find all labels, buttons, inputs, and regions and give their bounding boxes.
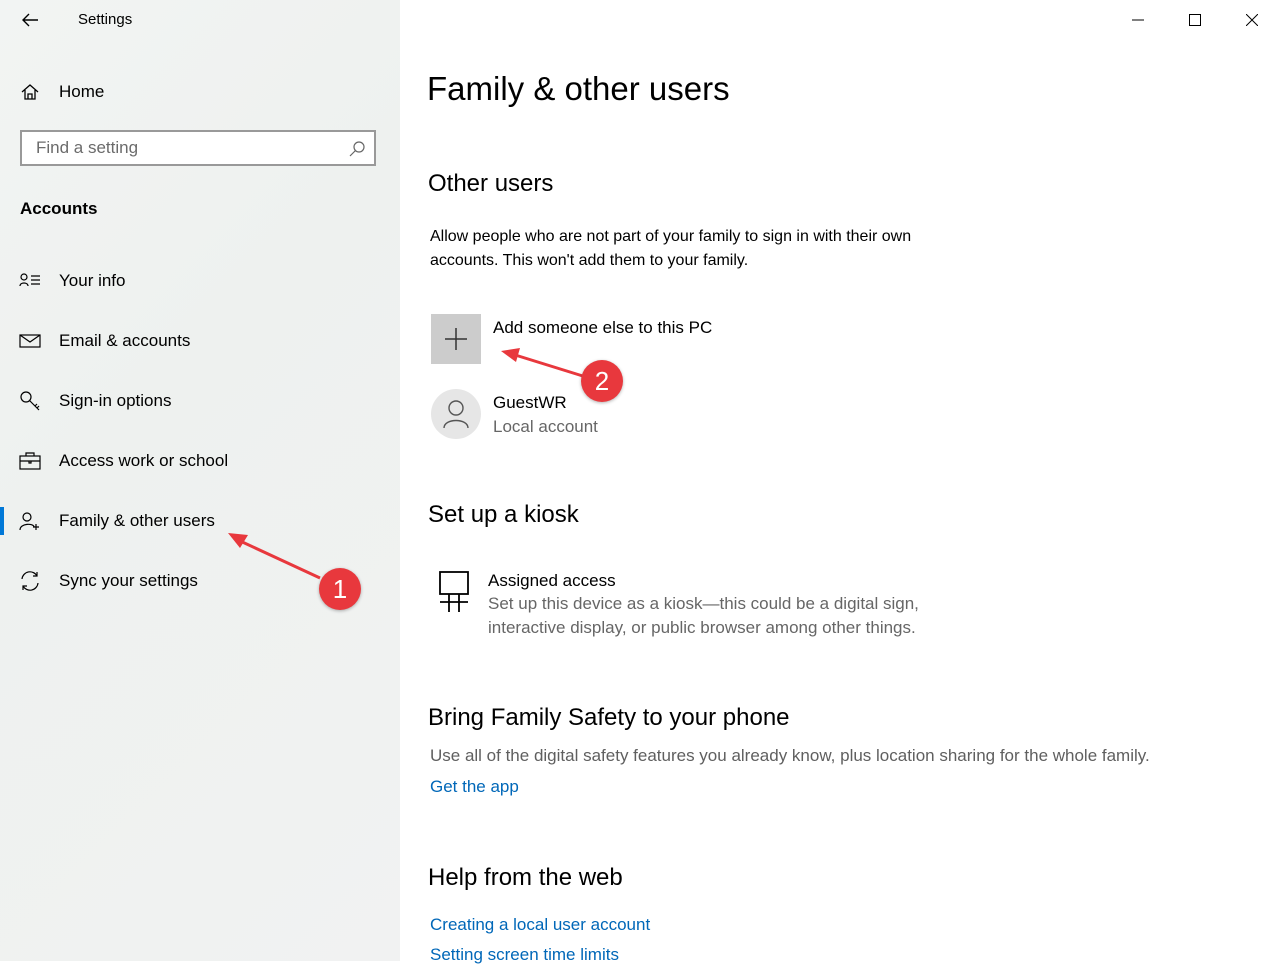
help-heading: Help from the web bbox=[428, 864, 623, 891]
help-link-screen-time[interactable]: Setting screen time limits bbox=[430, 945, 619, 965]
assigned-access-description: Set up this device as a kiosk—this could… bbox=[488, 592, 968, 640]
sidebar-item-your-info[interactable]: Your info bbox=[0, 259, 400, 303]
add-user-button[interactable] bbox=[431, 314, 481, 364]
page-title: Family & other users bbox=[427, 70, 730, 107]
annotation-badge-1: 1 bbox=[319, 568, 361, 610]
help-link-local-account[interactable]: Creating a local user account bbox=[430, 915, 650, 935]
user-name[interactable]: GuestWR bbox=[493, 393, 567, 413]
person-add-icon bbox=[18, 509, 42, 533]
back-arrow-icon bbox=[22, 13, 38, 27]
family-safety-heading: Bring Family Safety to your phone bbox=[428, 704, 790, 731]
add-user-label[interactable]: Add someone else to this PC bbox=[493, 318, 712, 338]
other-users-heading: Other users bbox=[428, 170, 554, 197]
sidebar-item-label: Sync your settings bbox=[59, 571, 198, 590]
sync-icon bbox=[18, 569, 42, 593]
sidebar: Settings Home Accounts Your info bbox=[0, 0, 400, 961]
sidebar-item-sign-in-options[interactable]: Sign-in options bbox=[0, 379, 400, 423]
get-the-app-link[interactable]: Get the app bbox=[430, 777, 519, 797]
kiosk-heading: Set up a kiosk bbox=[428, 501, 579, 528]
sidebar-item-email-accounts[interactable]: Email & accounts bbox=[0, 319, 400, 363]
envelope-icon bbox=[18, 329, 42, 353]
accounts-heading: Accounts bbox=[20, 199, 98, 218]
family-safety-description: Use all of the digital safety features y… bbox=[430, 746, 1150, 765]
user-account-type: Local account bbox=[493, 417, 598, 436]
other-users-description-line2: accounts. This won't add them to your fa… bbox=[430, 252, 749, 269]
back-button[interactable] bbox=[14, 6, 46, 34]
sidebar-item-label: Email & accounts bbox=[59, 331, 191, 350]
assigned-access-desc-line1: Set up this device as a kiosk—this could… bbox=[488, 594, 919, 613]
sidebar-item-family-other-users[interactable]: Family & other users bbox=[0, 499, 400, 543]
annotation-badge-2: 2 bbox=[581, 360, 623, 402]
person-icon bbox=[443, 400, 469, 429]
search-input[interactable] bbox=[22, 137, 338, 159]
app-title: Settings bbox=[78, 11, 133, 28]
sidebar-item-label: Access work or school bbox=[59, 451, 229, 470]
search-icon[interactable] bbox=[348, 140, 366, 163]
plus-icon bbox=[445, 328, 467, 350]
person-list-icon bbox=[18, 269, 42, 293]
sidebar-item-label: Family & other users bbox=[59, 511, 215, 530]
other-users-description-line1: Allow people who are not part of your fa… bbox=[430, 228, 912, 245]
home-icon bbox=[18, 80, 42, 104]
nav-home-label: Home bbox=[59, 82, 105, 101]
assigned-access-title[interactable]: Assigned access bbox=[488, 571, 616, 591]
assigned-access-desc-line2: interactive display, or public browser a… bbox=[488, 618, 916, 637]
avatar[interactable] bbox=[431, 389, 481, 439]
sidebar-item-label: Your info bbox=[59, 271, 126, 290]
key-icon bbox=[18, 389, 42, 413]
sidebar-item-access-work-school[interactable]: Access work or school bbox=[0, 439, 400, 483]
sidebar-item-label: Sign-in options bbox=[59, 391, 172, 410]
kiosk-icon bbox=[436, 570, 472, 614]
main-content: Family & other users Other users Allow p… bbox=[400, 0, 1280, 964]
briefcase-icon bbox=[18, 449, 42, 473]
search-box bbox=[20, 130, 376, 166]
nav-home[interactable]: Home bbox=[0, 72, 400, 112]
